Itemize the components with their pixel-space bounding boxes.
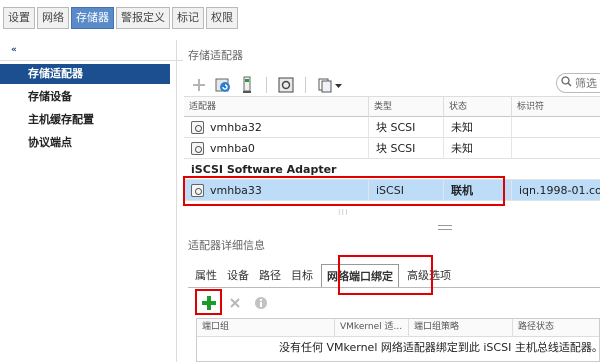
column-header-identifier[interactable]: 标识符 — [512, 97, 600, 117]
adapter-icon[interactable] — [277, 76, 295, 94]
type-cell: 块 SCSI — [369, 138, 444, 159]
tab-network[interactable]: 网络 — [37, 7, 69, 29]
highlight-box-adapter-row — [183, 176, 505, 206]
sidebar-item-storage-devices[interactable]: 存储设备 — [0, 87, 170, 107]
highlight-box-port-binding-tab — [338, 255, 433, 295]
left-nav-header: « — [0, 44, 183, 61]
hba-icon — [191, 120, 204, 134]
identifier-cell — [512, 138, 600, 159]
column-header-type[interactable]: 类型 — [369, 97, 444, 117]
filter-input[interactable] — [575, 76, 600, 90]
column-resize-handle[interactable]: ⁝⁝⁝ — [338, 208, 349, 217]
tab-permissions[interactable]: 权限 — [206, 7, 238, 29]
add-icon[interactable] — [190, 76, 208, 94]
tab-devices[interactable]: 设备 — [222, 264, 254, 288]
adapter-cell: vmhba0 — [184, 138, 369, 159]
port-binding-table-header: 端口组 VMkernel 适... 端口组策略 路径状态 — [197, 319, 599, 337]
adapters-table-header: 适配器 类型 状态 标识符 — [184, 96, 600, 117]
filter-search-box[interactable] — [556, 73, 600, 93]
hba-icon — [191, 141, 204, 155]
tab-settings[interactable]: 设置 — [3, 7, 35, 29]
tab-tags[interactable]: 标记 — [172, 7, 204, 29]
empty-table-message: 没有任何 VMkernel 网络适配器绑定到此 iSCSI 主机总线适配器。 — [279, 341, 600, 354]
type-cell: 块 SCSI — [369, 117, 444, 138]
device-icon[interactable] — [238, 76, 256, 94]
adapter-cell: vmhba32 — [184, 117, 369, 138]
info-icon[interactable] — [252, 294, 270, 312]
tab-properties[interactable]: 属性 — [190, 264, 222, 288]
sidebar-item-protocol-endpoints[interactable]: 协议端点 — [0, 133, 170, 153]
left-divider — [176, 40, 177, 362]
table-row[interactable]: vmhba0 块 SCSI 未知 — [184, 138, 600, 159]
panel-splitter[interactable] — [438, 225, 452, 230]
status-cell: 未知 — [444, 138, 512, 159]
adapters-toolbar — [190, 74, 344, 96]
column-header-status[interactable]: 状态 — [444, 97, 512, 117]
column-header-adapter[interactable]: 适配器 — [184, 97, 369, 117]
status-cell: 未知 — [444, 117, 512, 138]
table-row[interactable]: vmhba32 块 SCSI 未知 — [184, 117, 600, 138]
sidebar-item-host-cache[interactable]: 主机缓存配置 — [0, 110, 170, 130]
toolbar-divider — [266, 77, 267, 93]
adapters-panel-title: 存储适配器 — [188, 49, 243, 62]
top-tab-bar: 设置 网络 存储器 警报定义 标记 权限 — [3, 7, 238, 29]
column-header-path-status[interactable]: 路径状态 — [513, 319, 600, 336]
column-header-vmkernel-adapter[interactable]: VMkernel 适... — [335, 319, 409, 336]
column-header-port-group-policy[interactable]: 端口组策略 — [409, 319, 513, 336]
details-panel-title: 适配器详细信息 — [188, 239, 265, 252]
rescan-icon[interactable] — [214, 76, 232, 94]
remove-icon[interactable] — [226, 294, 244, 312]
identifier-cell — [512, 117, 600, 138]
tab-paths[interactable]: 路径 — [254, 264, 286, 288]
column-header-port-group[interactable]: 端口组 — [197, 319, 335, 336]
sidebar-item-storage-adapters[interactable]: 存储适配器 — [0, 64, 170, 84]
identifier-cell: iqn.1998-01.com — [519, 184, 600, 197]
tab-alarm-definitions[interactable]: 警报定义 — [116, 7, 170, 29]
tab-targets[interactable]: 目标 — [286, 264, 318, 288]
port-binding-table: 端口组 VMkernel 适... 端口组策略 路径状态 没有任何 VMkern… — [196, 318, 600, 362]
collapse-icon[interactable]: « — [11, 45, 17, 55]
highlight-box-add-button — [195, 289, 222, 315]
search-icon — [561, 76, 572, 90]
tab-storage[interactable]: 存储器 — [71, 7, 114, 29]
actions-menu-icon[interactable] — [316, 76, 344, 94]
toolbar-divider — [305, 77, 306, 93]
